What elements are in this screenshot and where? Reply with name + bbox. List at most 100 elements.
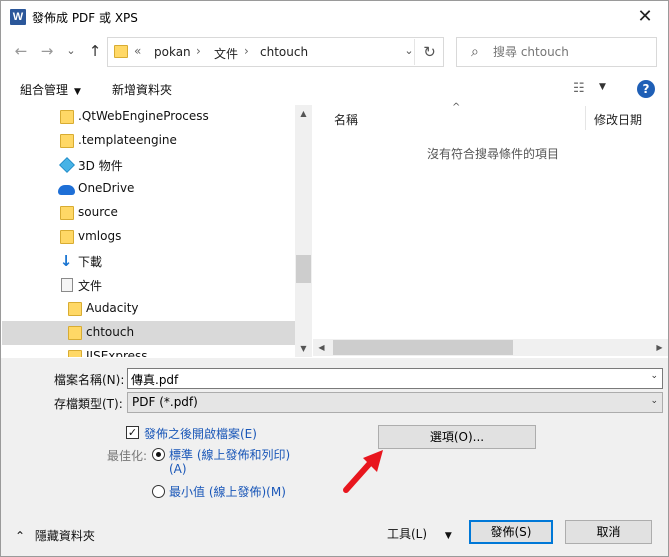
- folder-icon: [60, 110, 74, 124]
- column-header-date-modified[interactable]: 修改日期: [594, 111, 642, 128]
- overflow-chevron-icon[interactable]: «: [134, 44, 141, 58]
- cancel-button[interactable]: 取消: [565, 520, 652, 544]
- hide-folders-label: 隱藏資料夾: [34, 529, 95, 543]
- tree-item-3d-objects[interactable]: 3D 物件: [2, 153, 295, 177]
- chevron-down-icon: ⌄: [650, 396, 658, 406]
- filename-input[interactable]: [131, 371, 631, 387]
- tree-item-label: 文件: [78, 279, 103, 293]
- title-bar: W 發佈成 PDF 或 XPS ✕: [1, 1, 668, 32]
- recent-locations-chevron-icon[interactable]: ⌄: [61, 41, 81, 61]
- horizontal-scrollbar[interactable]: ◀ ▶: [313, 339, 668, 356]
- chevron-up-icon: ⌃: [15, 529, 26, 543]
- folder-icon: [114, 45, 128, 58]
- tree-item-source[interactable]: source: [2, 201, 295, 225]
- organize-label: 組合管理: [20, 83, 69, 97]
- tree-item-label: .templateengine: [78, 133, 177, 147]
- filetype-value: PDF (*.pdf): [132, 395, 198, 409]
- scroll-up-icon[interactable]: ▲: [295, 105, 312, 122]
- search-icon: ⌕: [471, 44, 479, 60]
- tree-item-label: chtouch: [86, 325, 135, 339]
- cube-icon: [59, 157, 75, 173]
- tree-item-label: vmlogs: [78, 229, 122, 243]
- new-folder-button[interactable]: 新增資料夾: [112, 81, 172, 98]
- tree-item-downloads[interactable]: ↓ 下載: [2, 249, 295, 273]
- download-arrow-icon: ↓: [59, 252, 73, 270]
- navigation-scrollbar[interactable]: ▲ ▼: [295, 105, 312, 357]
- filetype-label: 存檔類型(T):: [54, 397, 123, 411]
- scrollbar-thumb[interactable]: [333, 340, 513, 355]
- open-after-publish-label[interactable]: 發佈之後開啟檔案(E): [144, 425, 257, 442]
- filetype-select[interactable]: PDF (*.pdf) ⌄: [127, 392, 663, 413]
- save-options-panel: 檔案名稱(N): ⌄ 存檔類型(T): PDF (*.pdf) ⌄ ✓ 發佈之後…: [1, 358, 668, 556]
- optimize-standard-radio[interactable]: [152, 448, 165, 461]
- back-arrow-icon[interactable]: ←: [11, 41, 31, 61]
- scrollbar-thumb[interactable]: [296, 255, 311, 283]
- help-icon[interactable]: ?: [637, 80, 655, 98]
- folder-icon: [60, 134, 74, 148]
- breadcrumb-chtouch[interactable]: chtouch: [260, 45, 308, 59]
- caret-down-icon[interactable]: ▼: [599, 82, 606, 92]
- filename-label: 檔案名稱(N):: [54, 373, 125, 387]
- publish-button[interactable]: 發佈(S): [469, 520, 553, 544]
- options-button[interactable]: 選項(O)...: [378, 425, 536, 449]
- tree-item-label: source: [78, 205, 118, 219]
- scroll-right-icon[interactable]: ▶: [651, 339, 668, 356]
- optimize-minimum-radio[interactable]: [152, 485, 165, 498]
- refresh-icon[interactable]: ↻: [414, 39, 444, 65]
- annotation-arrow-icon: [343, 450, 383, 493]
- optimize-minimum-label[interactable]: 最小值 (線上發佈)(M): [169, 483, 286, 500]
- scroll-left-icon[interactable]: ◀: [313, 339, 330, 356]
- optimize-label: 最佳化:: [107, 449, 148, 463]
- folder-icon: [68, 350, 82, 357]
- address-row: ← → ⌄ ↑ « pokan › 文件 › chtouch ⌄ ↻ ⌕: [1, 35, 668, 69]
- search-box[interactable]: ⌕: [456, 37, 657, 67]
- breadcrumb-pokan[interactable]: pokan: [154, 45, 191, 59]
- tree-item-templateengine[interactable]: .templateengine: [2, 129, 295, 153]
- tools-label: 工具(L): [387, 527, 428, 541]
- tree-item-label: Audacity: [86, 301, 139, 315]
- tree-item-label: OneDrive: [78, 181, 135, 195]
- hide-folders-toggle[interactable]: ⌃ 隱藏資料夾: [15, 527, 95, 544]
- folder-icon: [60, 230, 74, 244]
- optimize-standard-label[interactable]: 標準 (線上發佈和列印): [169, 446, 290, 463]
- tree-item-documents[interactable]: 文件: [2, 273, 295, 297]
- folder-icon: [60, 206, 74, 220]
- tree-item-vmlogs[interactable]: vmlogs: [2, 225, 295, 249]
- file-list-pane: ^ 名稱 修改日期 沒有符合搜尋條件的項目 ◀ ▶: [313, 102, 668, 357]
- tree-item-label: 3D 物件: [78, 159, 123, 173]
- tree-item-qtwebengineprocess[interactable]: .QtWebEngineProcess: [2, 105, 295, 129]
- tree-item-audacity[interactable]: Audacity: [2, 297, 295, 321]
- window-title: 發佈成 PDF 或 XPS: [32, 11, 138, 25]
- cloud-icon: [58, 185, 75, 195]
- tree-item-onedrive[interactable]: OneDrive: [2, 177, 295, 201]
- tree-item-iisexpress[interactable]: IISExpress: [2, 345, 295, 357]
- breadcrumb-separator[interactable]: ›: [196, 44, 201, 58]
- tree-item-label: .QtWebEngineProcess: [78, 109, 209, 123]
- publish-dialog: W 發佈成 PDF 或 XPS ✕ ← → ⌄ ↑ « pokan › 文件 ›…: [0, 0, 669, 557]
- organize-menu[interactable]: 組合管理 ▼: [20, 81, 81, 98]
- optimize-standard-accelerator[interactable]: (A): [169, 462, 187, 476]
- address-bar[interactable]: « pokan › 文件 › chtouch ⌄ ↻: [107, 37, 444, 67]
- column-divider[interactable]: [585, 106, 586, 130]
- folder-icon: [68, 302, 82, 316]
- scroll-down-icon[interactable]: ▼: [295, 340, 312, 357]
- tree-item-chtouch[interactable]: chtouch: [2, 321, 295, 345]
- tree-item-label: 下載: [78, 255, 103, 269]
- tools-menu[interactable]: 工具(L) ▼: [387, 525, 452, 542]
- chevron-down-icon[interactable]: ⌄: [650, 371, 658, 381]
- document-icon: [61, 278, 73, 292]
- filename-field[interactable]: ⌄: [127, 368, 663, 389]
- forward-arrow-icon[interactable]: →: [37, 41, 57, 61]
- up-arrow-icon[interactable]: ↑: [85, 41, 105, 61]
- tree-item-label: IISExpress: [86, 349, 148, 357]
- search-input[interactable]: [493, 43, 653, 61]
- breadcrumb-documents[interactable]: 文件: [214, 45, 238, 62]
- column-header-name[interactable]: 名稱: [334, 111, 358, 128]
- breadcrumb-separator[interactable]: ›: [244, 44, 249, 58]
- view-options-icon[interactable]: ☷: [573, 81, 585, 96]
- empty-results-message: 沒有符合搜尋條件的項目: [427, 147, 560, 161]
- folder-icon: [68, 326, 82, 340]
- caret-down-icon: ▼: [74, 87, 81, 97]
- close-button[interactable]: ✕: [622, 1, 668, 32]
- open-after-publish-checkbox[interactable]: ✓: [126, 426, 139, 439]
